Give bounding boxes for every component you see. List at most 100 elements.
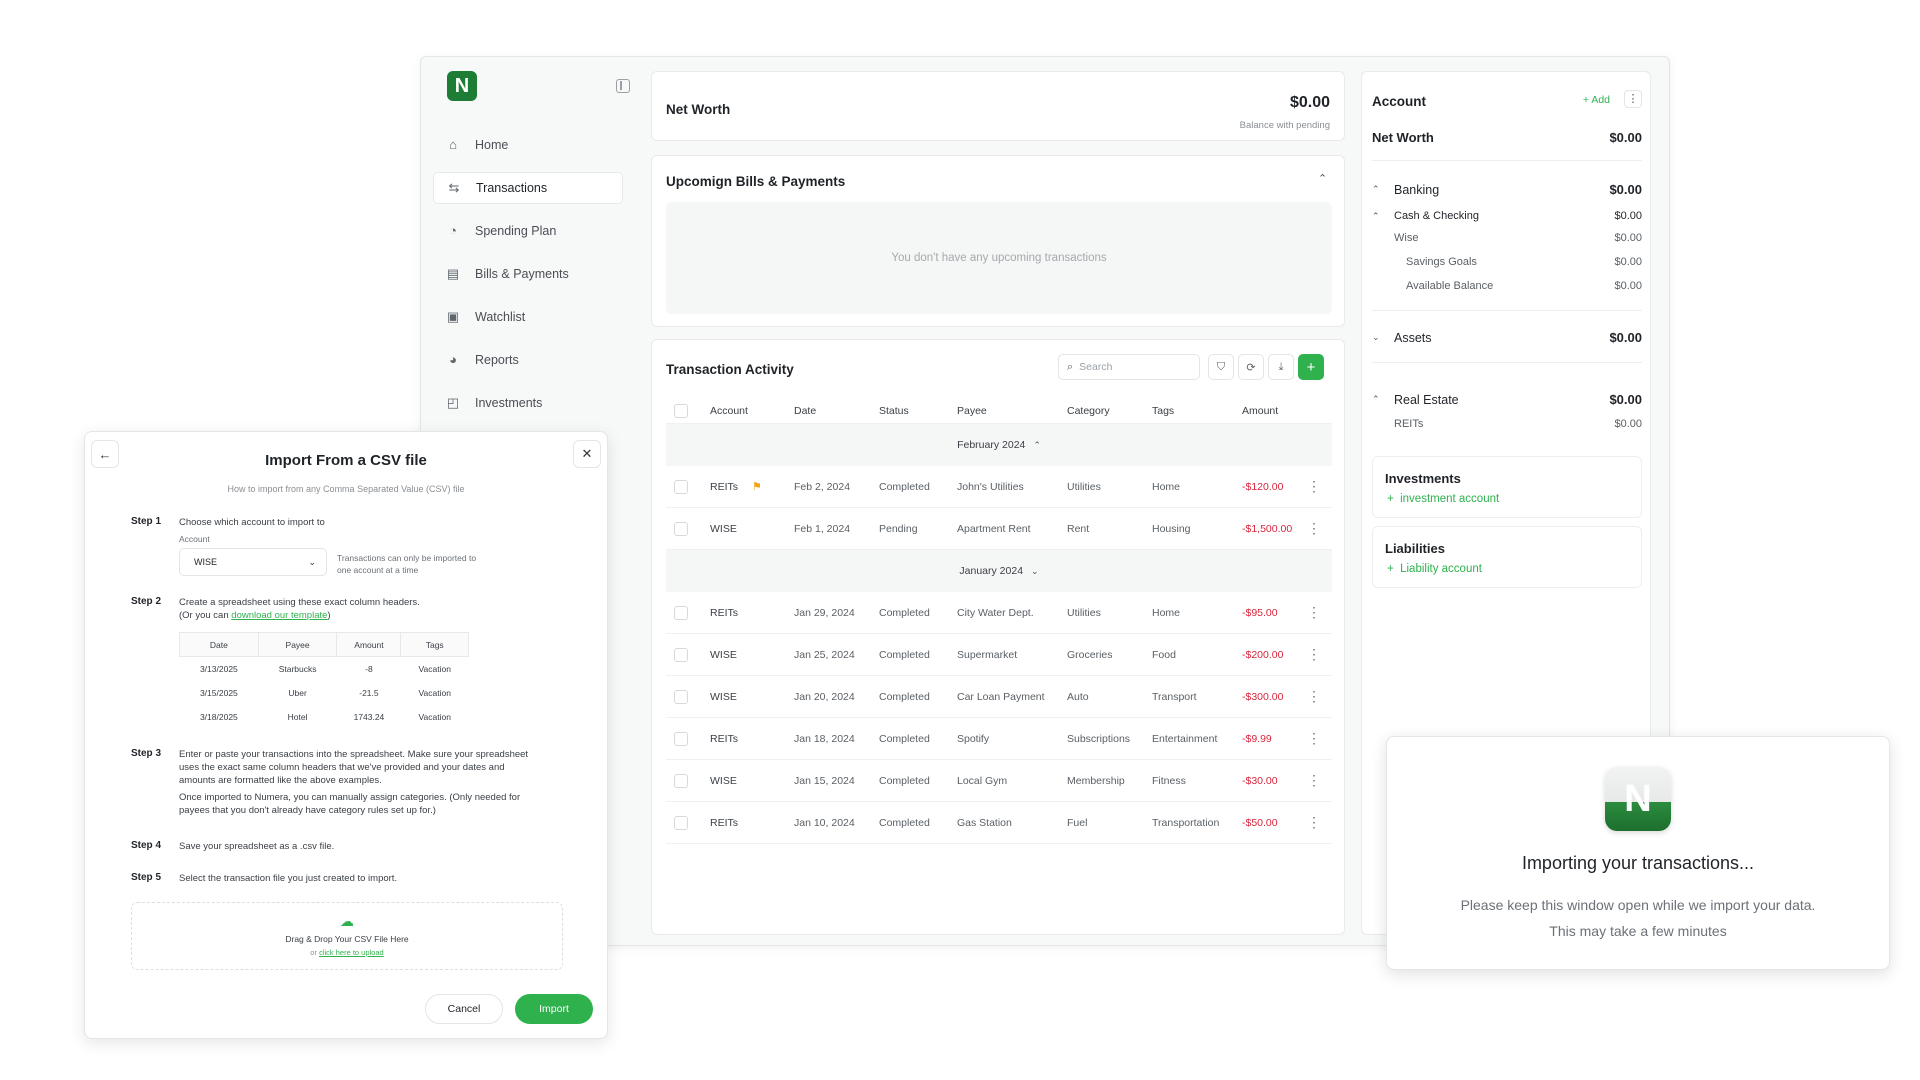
col-category[interactable]: Category [1067,405,1152,417]
table-row[interactable]: REITs Jan 18, 2024 Completed Spotify Subscri… [666,718,1332,760]
col-payee[interactable]: Payee [957,405,1067,417]
row-menu-icon[interactable]: ⋮ [1304,688,1324,705]
month-group-header[interactable]: January 2024 ⌄ [666,550,1332,592]
table-row[interactable]: REITs Jan 10, 2024 Completed Gas Station Fue… [666,802,1332,844]
col-status[interactable]: Status [879,405,957,417]
cell-date: Jan 25, 2024 [794,649,879,661]
cell-payee-text: Apartment Rent [957,522,1031,535]
file-dropzone[interactable]: ☁ Drag & Drop Your CSV File Here or clic… [131,902,563,970]
table-row[interactable]: WISE Jan 20, 2024 Completed Car Loan Paymen… [666,676,1332,718]
assets-row[interactable]: ⌄ Assets $0.00 [1372,330,1642,345]
row-checkbox[interactable] [674,521,688,536]
cell-date-text: Feb 1, 2024 [794,522,851,535]
real-estate-row[interactable]: ⌃ Real Estate $0.00 [1372,392,1642,407]
flag-icon[interactable]: ⚑ [752,480,762,493]
cell-category-text: Auto [1067,690,1089,703]
row-checkbox[interactable] [674,479,688,494]
dialog-subtitle: How to import from any Comma Separated V… [227,484,465,494]
cell-amount: -$50.00 [1242,817,1304,829]
row-checkbox[interactable] [674,773,688,788]
step-4-text: Save your spreadsheet as a .csv file. [179,841,335,852]
savings-goals-row[interactable]: Savings Goals $0.00 [1372,256,1642,268]
cell-payee: City Water Dept. [957,607,1067,619]
app-logo[interactable]: N [447,71,477,101]
row-checkbox[interactable] [674,689,688,704]
search-input[interactable]: ⌕ Search [1058,354,1200,380]
cell-status-text: Completed [879,606,930,619]
row-checkbox[interactable] [674,815,688,830]
sidebar-item-home[interactable]: ⌂ Home [433,129,623,161]
cell-payee-text: Car Loan Payment [957,690,1045,703]
collapse-sidebar-icon[interactable] [616,79,630,93]
table-row[interactable]: WISE Jan 25, 2024 Completed Supermarket Groc… [666,634,1332,676]
row-menu-icon[interactable]: ⋮ [1304,772,1324,789]
reits-row[interactable]: REITs $0.00 [1372,418,1642,430]
sidebar-item-bills-payments[interactable]: ▤ Bills & Payments [433,258,623,290]
cash-checking-row[interactable]: ⌃ Cash & Checking $0.00 [1372,210,1642,222]
sidebar-item-spending-plan[interactable]: ◔ Spending Plan [433,215,623,247]
row-value: $0.00 [1609,392,1642,407]
row-menu-icon[interactable]: ⋮ [1304,604,1324,621]
cell-tags: Transportation [1152,817,1242,829]
cell-payee-text: Local Gym [957,774,1008,787]
filter-button[interactable]: ⛉ [1208,354,1234,380]
col-date[interactable]: Date [794,405,879,417]
row-menu-icon[interactable]: ⋮ [1304,814,1324,831]
row-label: Real Estate [1394,392,1459,407]
cell-account-text: REITs [710,606,739,619]
sample-cell: Hotel [287,711,308,722]
cell-payee-text: Spotify [957,732,990,745]
row-menu-icon[interactable]: ⋮ [1304,520,1324,537]
banking-row[interactable]: ⌃ Banking $0.00 [1372,182,1642,197]
cell-status: Completed [879,775,957,787]
filter-icon: ⛉ [1216,360,1226,373]
import-button[interactable]: Import [515,994,593,1024]
row-menu-icon[interactable]: ⋮ [1304,730,1324,747]
select-all-checkbox[interactable] [674,403,688,418]
download-button[interactable]: ⤓ [1268,354,1294,380]
add-account-button[interactable]: + Add [1583,94,1610,106]
table-row[interactable]: WISE Feb 1, 2024 Pending Apartment Rent Rent… [666,508,1332,550]
row-checkbox[interactable] [674,605,688,620]
row-checkbox[interactable] [674,731,688,746]
cell-amount-text: -$200.00 [1242,648,1284,661]
month-group-header[interactable]: February 2024 ⌃ [666,424,1332,466]
table-row[interactable]: REITs ⚑ Feb 2, 2024 Completed John's Utiliti… [666,466,1332,508]
sample-header: Payee [257,632,338,657]
sidebar-item-watchlist[interactable]: ▣ Watchlist [433,301,623,333]
link-label: Liability account [1400,563,1482,575]
add-transaction-button[interactable]: + [1298,354,1324,380]
col-account[interactable]: Account [710,405,794,417]
cell-payee: Spotify [957,733,1067,745]
col-tags[interactable]: Tags [1152,405,1242,417]
chevron-up-icon[interactable]: ⌃ [1318,172,1328,185]
more-options-icon[interactable]: ⋮ [1624,90,1642,108]
cell-date-text: Jan 25, 2024 [794,648,855,661]
table-row[interactable]: WISE Jan 15, 2024 Completed Local Gym Member… [666,760,1332,802]
sample-cell: 3/15/2025 [199,687,238,698]
row-menu-icon[interactable]: ⋮ [1304,646,1324,663]
cancel-button[interactable]: Cancel [425,994,503,1024]
wise-row[interactable]: Wise $0.00 [1372,232,1642,244]
plan-icon: ◔ [449,223,457,238]
sidebar-item-investments[interactable]: ◰ Investments [433,387,623,419]
download-template-link[interactable]: download our template [231,610,327,621]
sidebar-item-reports[interactable]: ◕ Reports [433,344,623,376]
account-select[interactable]: WISE ⌄ [179,548,327,576]
link-label: investment account [1400,493,1500,505]
add-investment-account-link[interactable]: + investment account [1387,493,1499,505]
row-label: Net Worth [1372,130,1434,145]
col-amount[interactable]: Amount [1242,405,1304,417]
table-row[interactable]: REITs Jan 29, 2024 Completed City Water Dep… [666,592,1332,634]
cell-date-text: Jan 15, 2024 [794,774,855,787]
row-label: Banking [1394,182,1440,197]
account-title: Account [1372,94,1426,109]
available-balance-row[interactable]: Available Balance $0.00 [1372,280,1642,292]
add-liability-account-link[interactable]: + Liability account [1387,563,1482,575]
upload-link[interactable]: click here to upload [319,948,384,957]
row-checkbox[interactable] [674,647,688,662]
refresh-button[interactable]: ⟳ [1238,354,1264,380]
cell-account-text: REITs [710,480,739,493]
sidebar-item-transactions[interactable]: ⇆ Transactions [433,172,623,204]
row-menu-icon[interactable]: ⋮ [1304,478,1324,495]
